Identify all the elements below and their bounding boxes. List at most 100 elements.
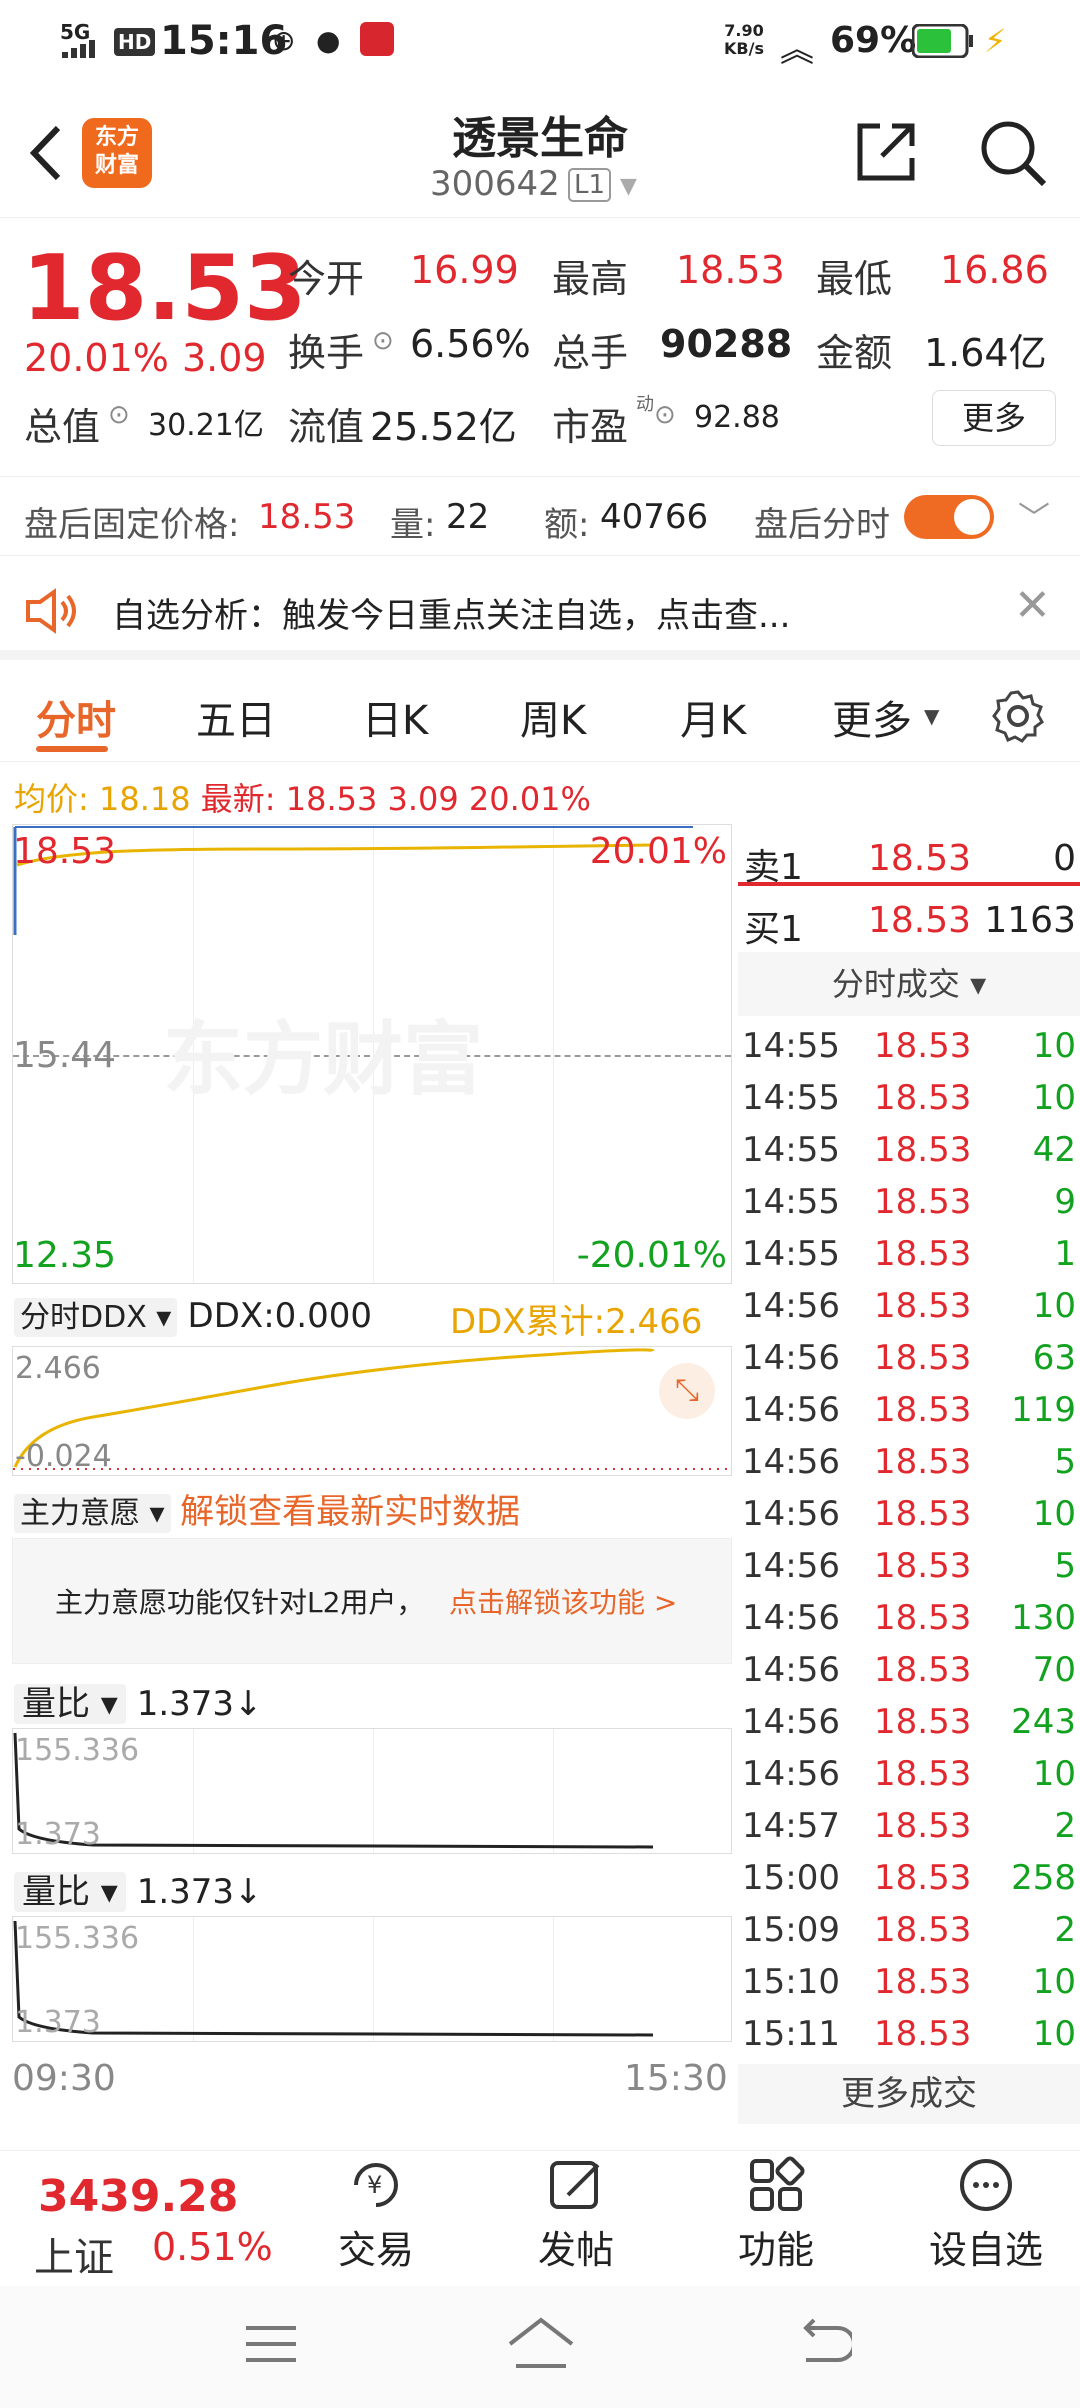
trade-price: 18.53 [874, 1910, 972, 1950]
trade-time: 14:56 [742, 1650, 840, 1690]
status-bar: 5G HD 15:16 ⊕ ● 7.90 KB/s ︽ 69% ⚡ [0, 0, 1080, 86]
unlock-link[interactable]: 解锁查看最新实时数据 [180, 1492, 520, 1532]
turnover-value: 6.56% [410, 322, 531, 366]
ddx-bottom: -0.024 [15, 1439, 112, 1474]
axis-bottom-pct: -20.01% [576, 1235, 727, 1276]
latest-label: 最新: [200, 780, 276, 818]
after-price-label: 盘后固定价格: [24, 505, 240, 545]
after-toggle-label: 盘后分时 [754, 505, 890, 545]
more-quote-button[interactable]: 更多 [932, 390, 1056, 446]
after-amt: 40766 [600, 497, 709, 537]
trade-volume: 243 [1011, 1702, 1076, 1742]
trade-volume: 70 [1032, 1650, 1076, 1690]
tab-five-day[interactable]: 五日 [196, 688, 276, 746]
index-value[interactable]: 3439.28 [38, 2171, 238, 2222]
level-badge[interactable]: L1 [568, 168, 612, 202]
trade-price: 18.53 [874, 1026, 972, 1066]
stock-header: 东方 财富 透景生命 300642 L1 ▼ [0, 90, 1080, 218]
trade-price: 18.53 [874, 1130, 972, 1170]
axis-top-price: 18.53 [13, 831, 117, 872]
open-label: 今开 [288, 257, 365, 301]
post-icon [550, 2161, 600, 2209]
mktcap-label: 总值 [24, 405, 101, 449]
index-pct[interactable]: 0.51% [152, 2225, 273, 2269]
nav-trade[interactable]: ¥ 交易 [306, 2155, 446, 2274]
index-name[interactable]: 上证 [34, 2225, 114, 2283]
trades-header[interactable]: 分时成交 ▾ [738, 952, 1080, 1016]
tab-more-arrow-icon[interactable]: ▼ [924, 704, 939, 728]
nav-post[interactable]: 发帖 [506, 2155, 646, 2274]
trade-volume: 5 [1054, 1442, 1076, 1482]
time-end: 15:30 [624, 2058, 728, 2099]
price-line-svg [13, 826, 693, 935]
tab-more[interactable]: 更多 [832, 688, 912, 746]
trade-time: 14:56 [742, 1754, 840, 1794]
ddx-selector[interactable]: 分时DDX ▾ [14, 1298, 178, 1337]
tab-monthly-k[interactable]: 月K [680, 688, 746, 746]
search-icon[interactable] [976, 116, 1048, 188]
tab-daily-k[interactable]: 日K [362, 688, 428, 746]
chevron-down-icon[interactable]: ﹀ [1018, 493, 1050, 539]
wifi-icon: ︽ [780, 30, 814, 70]
speaker-icon [26, 588, 76, 634]
vol-ratio-2-chart[interactable]: 155.336 1.373 [12, 1916, 732, 2042]
trade-row: 15:11 18.53 10 [738, 2008, 1080, 2060]
menu-icon[interactable] [244, 2322, 298, 2366]
trade-volume: 10 [1032, 1078, 1076, 1118]
pe-info-icon[interactable]: ⊙ [654, 400, 676, 430]
system-nav-bar [0, 2286, 1080, 2408]
buy1-price: 18.53 [868, 900, 972, 941]
turnover-label: 换手 [288, 331, 365, 375]
nav-functions[interactable]: 功能 [706, 2155, 846, 2274]
turnover-info-icon[interactable]: ⊙ [372, 326, 394, 356]
ddx-chart[interactable]: 2.466 -0.024 ⤡ [12, 1346, 733, 1476]
trade-row: 14:56 18.53 130 [738, 1592, 1080, 1644]
notice-bar[interactable]: 自选分析：触发今日重点关注自选，点击查... ✕ [0, 560, 1080, 660]
trade-row: 14:56 18.53 10 [738, 1748, 1080, 1800]
ddx-top: 2.466 [15, 1351, 101, 1386]
trade-volume: 10 [1032, 1754, 1076, 1794]
latest-value: 18.53 [285, 780, 378, 818]
order-book: 卖1 18.53 0 买1 18.53 1163 分时成交 ▾ 14:55 18.… [738, 824, 1080, 2124]
trade-volume: 1 [1054, 1234, 1076, 1274]
network-speed: 7.90 KB/s [724, 21, 764, 58]
vol-ratio-1-value: 1.373↓ [136, 1684, 263, 1724]
trade-time: 14:57 [742, 1806, 840, 1846]
location-icon: ● [316, 24, 341, 57]
tab-intraday[interactable]: 分时 [36, 688, 116, 746]
trade-row: 14:55 18.53 1 [738, 1228, 1080, 1280]
trade-time: 14:56 [742, 1494, 840, 1534]
nav-add-watchlist[interactable]: 设自选 [906, 2155, 1066, 2274]
after-hours-toggle[interactable] [904, 495, 994, 539]
expand-icon[interactable]: ⤡ [659, 1363, 715, 1419]
vol-ratio-2-selector[interactable]: 量比 ▾ [14, 1872, 126, 1912]
trade-row: 15:10 18.53 10 [738, 1956, 1080, 2008]
ddx-value: DDX:0.000 [187, 1296, 372, 1336]
more-trades-button[interactable]: 更多成交 [738, 2064, 1080, 2124]
vol-ratio-1-selector[interactable]: 量比 ▾ [14, 1684, 126, 1724]
stock-name: 透景生命 [452, 113, 628, 164]
intraday-chart[interactable]: 东方财富 18.53 20.01% 15.44 12.35 -20.01% [12, 824, 732, 1284]
main-force-selector[interactable]: 主力意愿 ▾ [14, 1494, 171, 1533]
trade-row: 14:55 18.53 10 [738, 1020, 1080, 1072]
pe-label: 市盈 [552, 405, 629, 449]
level-dropdown-icon[interactable]: ▼ [620, 174, 637, 199]
back-nav-icon[interactable] [796, 2318, 852, 2368]
close-icon[interactable]: ✕ [1014, 580, 1051, 631]
trade-volume: 2 [1054, 1806, 1076, 1846]
buy1-row: 买1 18.53 1163 [738, 894, 1080, 950]
home-icon[interactable] [506, 2316, 576, 2372]
main-force-info: 主力意愿功能仅针对L2用户， [55, 1586, 425, 1619]
open-value: 16.99 [410, 248, 519, 292]
apps-icon [750, 2156, 805, 2211]
hd-badge: HD [114, 28, 156, 56]
trade-time: 14:56 [742, 1338, 840, 1378]
mktcap-info-icon[interactable]: ⊙ [108, 400, 130, 430]
vol-ratio-1-chart[interactable]: 155.336 1.373 [12, 1728, 732, 1854]
gear-icon[interactable] [990, 688, 1046, 744]
tab-weekly-k[interactable]: 周K [520, 688, 586, 746]
main-force-unlock[interactable]: 点击解锁该功能 > [449, 1581, 677, 1621]
trade-row: 14:56 18.53 243 [738, 1696, 1080, 1748]
trade-row: 15:00 18.53 258 [738, 1852, 1080, 1904]
share-icon[interactable] [854, 120, 918, 184]
